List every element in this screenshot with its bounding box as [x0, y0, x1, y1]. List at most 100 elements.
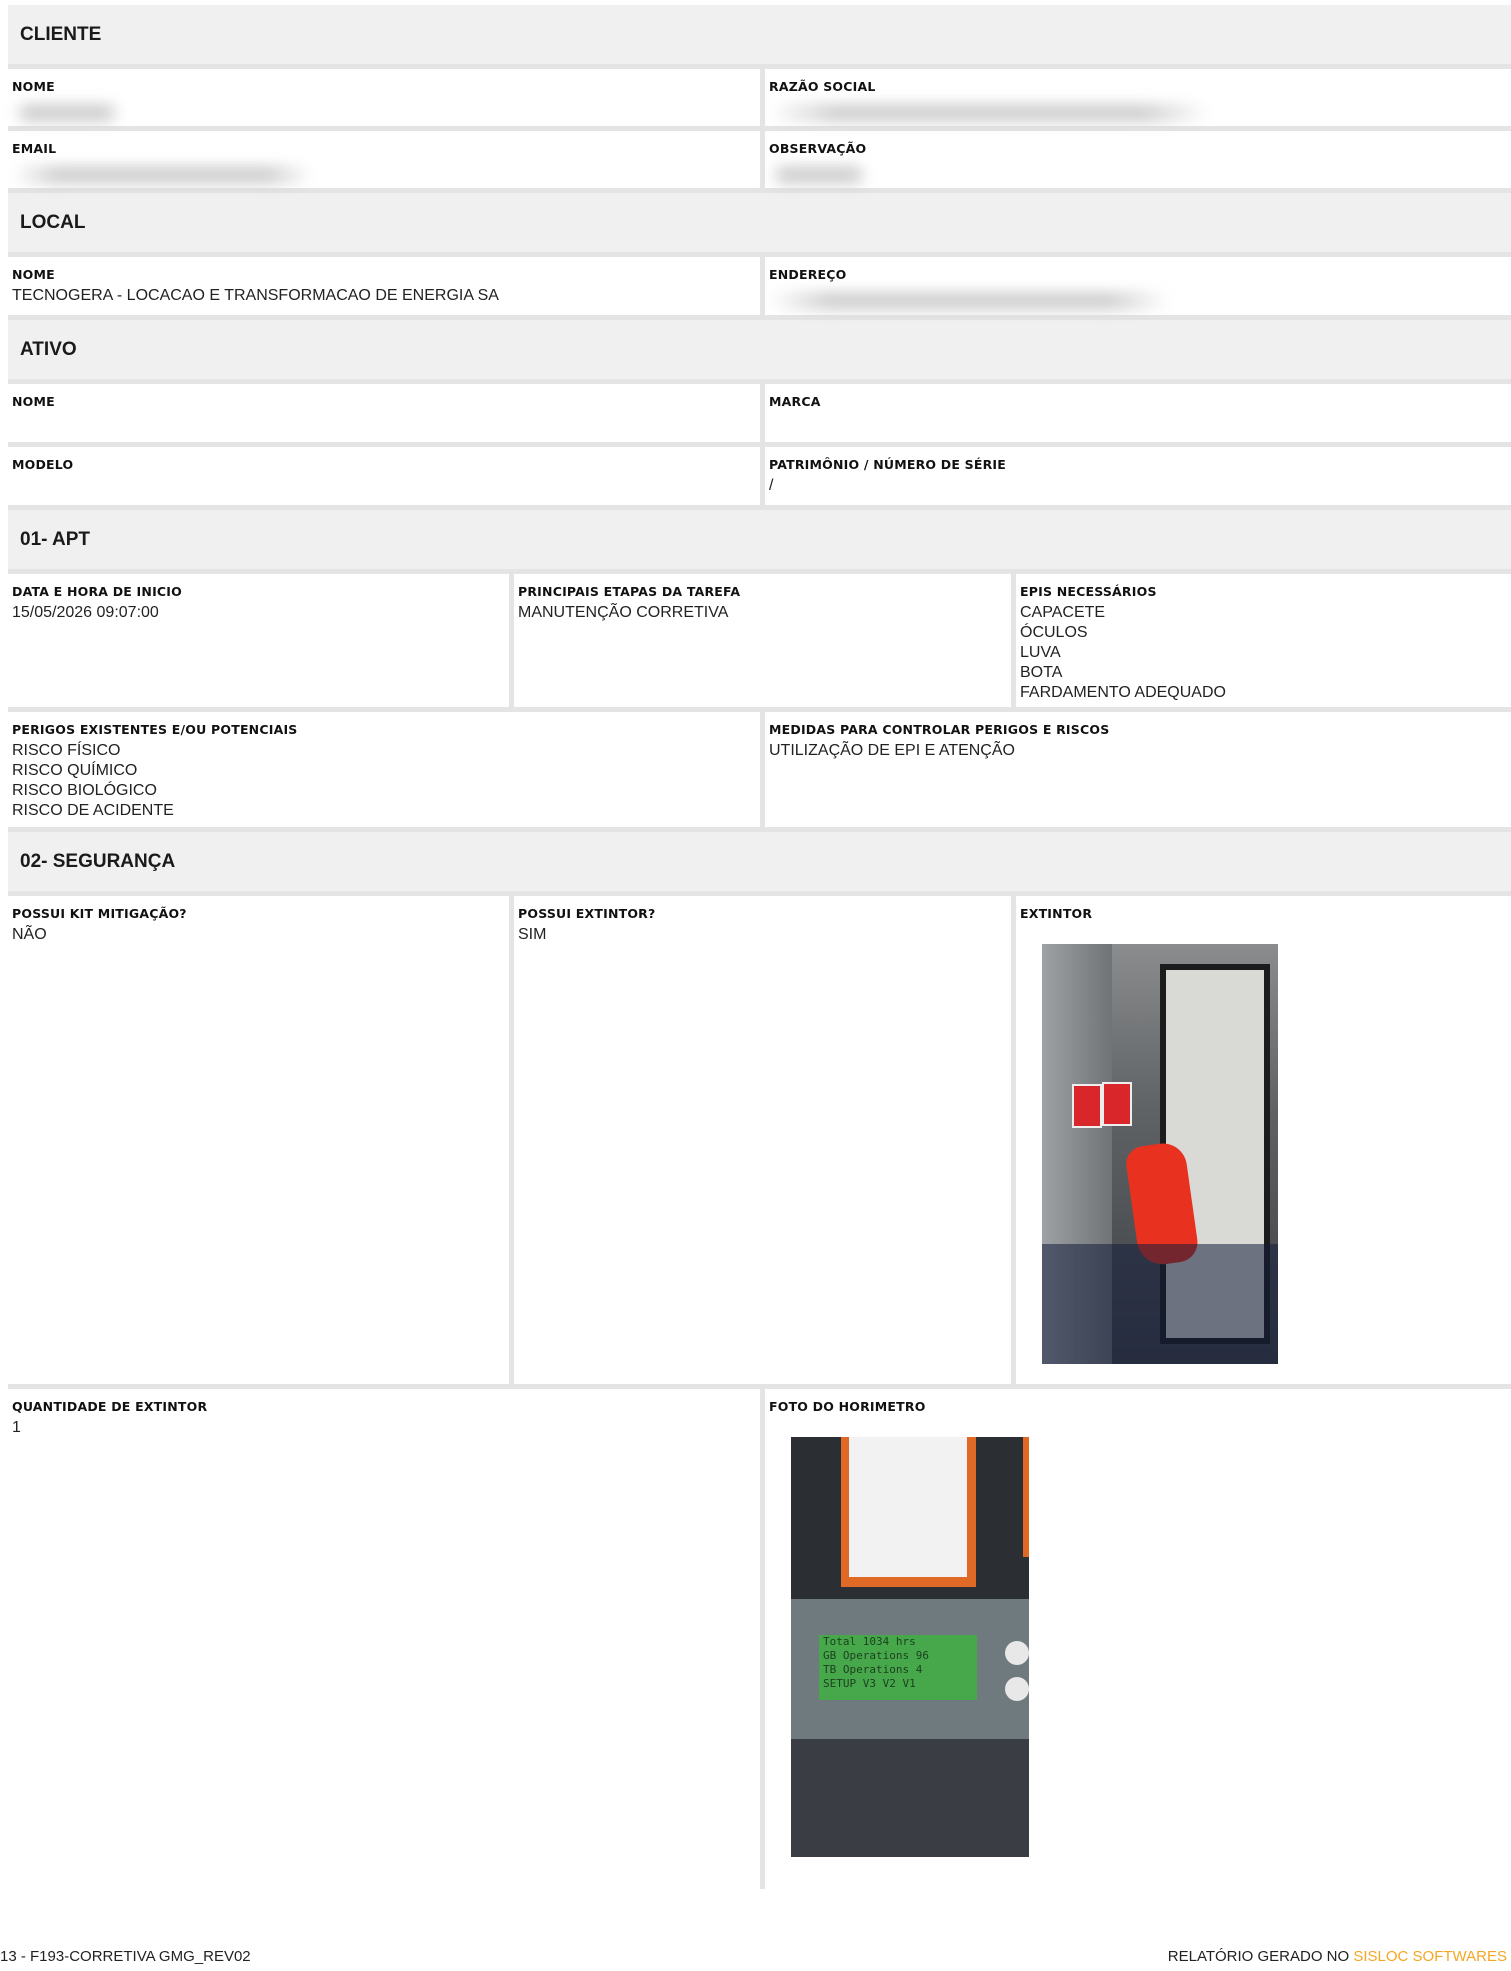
section-local-header: LOCAL [8, 193, 1511, 257]
redacted-value [769, 103, 1209, 123]
list-item: LUVA [1020, 644, 1061, 661]
list-item: CAPACETE [1020, 604, 1106, 621]
photo-shadow [1042, 1244, 1278, 1364]
footer-prefix: RELATÓRIO GERADO NO [1167, 1948, 1354, 1965]
apt-etapas-cell: PRINCIPAIS ETAPAS DA TAREFA MANUTENÇÃO C… [509, 574, 1011, 707]
footer-form-code: 13 - F193-CORRETIVA GMG_REV02 [0, 1948, 251, 1965]
field-label: QUANTIDADE DE EXTINTOR [12, 1399, 208, 1414]
list-item: RISCO DE ACIDENTE [12, 802, 174, 819]
ativo-marca-cell: MARCA [760, 384, 1511, 442]
list-item: ÓCULOS [1020, 624, 1088, 641]
redacted-value [12, 165, 312, 185]
list-item: RISCO BIOLÓGICO [12, 782, 157, 799]
footer-generated: RELATÓRIO GERADO NO SISLOC SOFTWARES [1168, 1948, 1507, 1965]
field-label: MEDIDAS PARA CONTROLAR PERIGOS E RISCOS [769, 722, 1110, 737]
list-item: FARDAMENTO ADEQUADO [1020, 684, 1226, 701]
field-label: ENDEREÇO [769, 267, 847, 282]
photo-plate [849, 1437, 967, 1577]
ativo-row-2: MODELO PATRIMÔNIO / NÚMERO DE SÉRIE / [8, 447, 1511, 510]
list-item: BOTA [1020, 664, 1063, 681]
seguranca-extintor-photo-cell: EXTINTOR [1011, 896, 1511, 1384]
horimetro-screen: Total 1034 hrs GB Operations 96 TB Opera… [819, 1635, 977, 1700]
footer-brand-link[interactable]: SISLOC SOFTWARES [1353, 1948, 1507, 1965]
field-label: FOTO DO HORIMETRO [769, 1399, 926, 1414]
field-label: POSSUI EXTINTOR? [518, 906, 656, 921]
field-label: RAZÃO SOCIAL [769, 79, 876, 94]
ativo-nome-cell: NOME [8, 384, 760, 442]
ativo-modelo-cell: MODELO [8, 447, 760, 505]
epis-list: CAPACETE ÓCULOS LUVA BOTA FARDAMENTO ADE… [1020, 603, 1511, 703]
apt-epis-cell: EPIS NECESSÁRIOS CAPACETE ÓCULOS LUVA BO… [1011, 574, 1511, 707]
section-title: CLIENTE [20, 23, 102, 45]
seguranca-horimetro-cell: FOTO DO HORIMETRO Total 1034 hrs GB Oper… [760, 1389, 1511, 1889]
section-seguranca-header: 02- SEGURANÇA [8, 832, 1511, 896]
field-label: MARCA [769, 394, 821, 409]
fire-sign-icon [1072, 1084, 1102, 1128]
controller-button-icon [1005, 1677, 1029, 1701]
section-apt-header: 01- APT [8, 510, 1511, 574]
field-value: NÃO [12, 926, 47, 943]
section-title: 01- APT [20, 528, 91, 550]
field-label: NOME [12, 394, 55, 409]
apt-perigos-cell: PERIGOS EXISTENTES E/OU POTENCIAIS RISCO… [8, 712, 760, 827]
screen-line: GB Operations 96 [823, 1649, 929, 1662]
seguranca-row-2: QUANTIDADE DE EXTINTOR 1 FOTO DO HORIMET… [8, 1389, 1511, 1889]
section-title: LOCAL [20, 211, 86, 233]
local-nome-cell: NOME TECNOGERA - LOCACAO E TRANSFORMACAO… [8, 257, 760, 315]
redacted-value [769, 291, 1169, 311]
local-endereco-cell: ENDEREÇO [760, 257, 1511, 315]
cliente-obs-cell: OBSERVAÇÃO [760, 131, 1511, 188]
cliente-row-2: EMAIL OBSERVAÇÃO [8, 131, 1511, 193]
field-label: PRINCIPAIS ETAPAS DA TAREFA [518, 584, 741, 599]
field-label: MODELO [12, 457, 74, 472]
cliente-razao-cell: RAZÃO SOCIAL [760, 69, 1511, 126]
seguranca-qtd-cell: QUANTIDADE DE EXTINTOR 1 [8, 1389, 760, 1889]
photo-bottom [791, 1739, 1029, 1857]
apt-data-cell: DATA E HORA DE INICIO 15/05/2026 09:07:0… [8, 574, 509, 707]
redacted-value [12, 103, 122, 123]
list-item: RISCO QUÍMICO [12, 762, 138, 779]
apt-row-1: DATA E HORA DE INICIO 15/05/2026 09:07:0… [8, 574, 1511, 712]
screen-line: Total 1034 hrs [823, 1635, 916, 1648]
perigos-list: RISCO FÍSICO RISCO QUÍMICO RISCO BIOLÓGI… [12, 741, 760, 821]
apt-medidas-cell: MEDIDAS PARA CONTROLAR PERIGOS E RISCOS … [760, 712, 1511, 827]
field-value: UTILIZAÇÃO DE EPI E ATENÇÃO [769, 742, 1015, 759]
section-title: 02- SEGURANÇA [20, 850, 176, 872]
field-label: EXTINTOR [1020, 906, 1093, 921]
section-ativo-header: ATIVO [8, 320, 1511, 384]
field-label: POSSUI KIT MITIGAÇÃO? [12, 906, 187, 921]
seguranca-kit-cell: POSSUI KIT MITIGAÇÃO? NÃO [8, 896, 509, 1384]
field-value: MANUTENÇÃO CORRETIVA [518, 604, 729, 621]
field-label: NOME [12, 79, 55, 94]
screen-line: SETUP V3 V2 V1 [823, 1677, 916, 1690]
section-cliente-header: CLIENTE [8, 5, 1511, 69]
field-value: / [769, 477, 774, 494]
field-value: SIM [518, 926, 547, 943]
controller-button-icon [1005, 1641, 1029, 1665]
ativo-patrimonio-cell: PATRIMÔNIO / NÚMERO DE SÉRIE / [760, 447, 1511, 505]
ativo-row-1: NOME MARCA [8, 384, 1511, 447]
redacted-value [769, 165, 869, 185]
extintor-photo[interactable] [1042, 944, 1278, 1364]
screen-line: TB Operations 4 [823, 1663, 923, 1676]
horimetro-photo[interactable]: Total 1034 hrs GB Operations 96 TB Opera… [791, 1437, 1029, 1857]
seguranca-row-1: POSSUI KIT MITIGAÇÃO? NÃO POSSUI EXTINTO… [8, 896, 1511, 1389]
field-value: 15/05/2026 09:07:00 [12, 604, 159, 621]
field-label: EPIS NECESSÁRIOS [1020, 584, 1157, 599]
fire-extinguisher-sign-icon [1102, 1082, 1132, 1126]
report-page: CLIENTE NOME RAZÃO SOCIAL EMAIL OBSERVAÇ… [8, 5, 1511, 1889]
list-item: RISCO FÍSICO [12, 742, 121, 759]
field-label: DATA E HORA DE INICIO [12, 584, 182, 599]
field-value: TECNOGERA - LOCACAO E TRANSFORMACAO DE E… [12, 287, 499, 304]
apt-row-2: PERIGOS EXISTENTES E/OU POTENCIAIS RISCO… [8, 712, 1511, 832]
cliente-email-cell: EMAIL [8, 131, 760, 188]
seguranca-extintor-cell: POSSUI EXTINTOR? SIM [509, 896, 1011, 1384]
photo-panel-edge [1023, 1437, 1029, 1557]
field-label: NOME [12, 267, 55, 282]
section-title: ATIVO [20, 338, 77, 360]
field-value: 1 [12, 1419, 21, 1436]
field-label: OBSERVAÇÃO [769, 141, 867, 156]
cliente-nome-cell: NOME [8, 69, 760, 126]
local-row: NOME TECNOGERA - LOCACAO E TRANSFORMACAO… [8, 257, 1511, 320]
cliente-row-1: NOME RAZÃO SOCIAL [8, 69, 1511, 131]
